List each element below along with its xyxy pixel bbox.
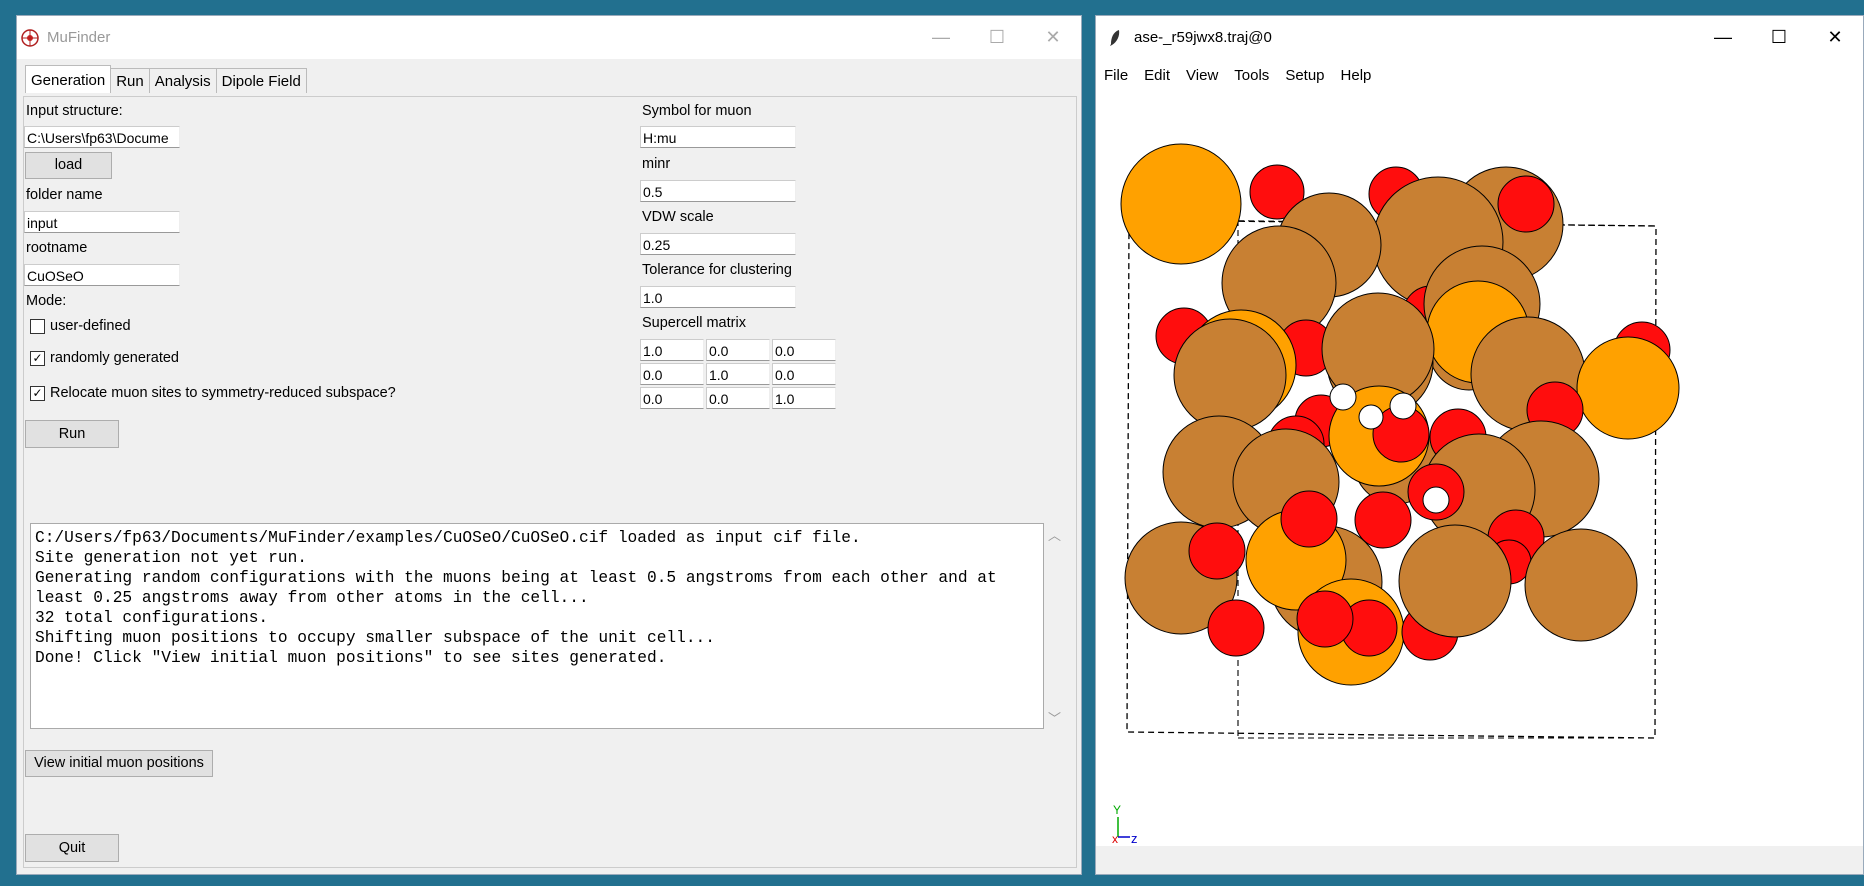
rootname-label: rootname xyxy=(26,240,88,256)
tolerance-field[interactable]: 1.0 xyxy=(640,286,796,308)
oxygen-atom[interactable] xyxy=(1497,175,1555,233)
muon-site[interactable] xyxy=(1358,404,1384,430)
muon-site[interactable] xyxy=(1389,392,1417,420)
oxygen-atom[interactable] xyxy=(1188,522,1246,580)
minr-label: minr xyxy=(642,156,671,172)
close-button[interactable]: ✕ xyxy=(1025,16,1081,59)
console-line: Shifting muon positions to occupy smalle… xyxy=(35,629,715,647)
output-console[interactable]: C:/Users/fp63/Documents/MuFinder/example… xyxy=(30,523,1044,729)
atom-structure-view[interactable]: Y x z xyxy=(1096,92,1863,852)
window-title: MuFinder xyxy=(47,29,111,46)
muon-site[interactable] xyxy=(1329,383,1357,411)
menu-file[interactable]: File xyxy=(1104,67,1128,84)
axis-z-label: z xyxy=(1131,831,1138,846)
generation-panel: Input structure: C:\Users\fp63\Docume lo… xyxy=(23,96,1077,868)
minimize-button[interactable]: — xyxy=(1695,16,1751,59)
supercell-cell[interactable]: 0.0 xyxy=(706,339,770,361)
view-initial-muon-positions-button[interactable]: View initial muon positions xyxy=(25,750,213,777)
symbol-for-muon-label: Symbol for muon xyxy=(642,103,752,119)
user-defined-checkbox[interactable] xyxy=(30,319,45,334)
maximize-button[interactable]: ☐ xyxy=(969,16,1025,59)
input-structure-field[interactable]: C:\Users\fp63\Docume xyxy=(24,126,180,148)
input-structure-label: Input structure: xyxy=(26,103,123,119)
menu-setup[interactable]: Setup xyxy=(1285,67,1324,84)
scroll-up-icon[interactable]: ︿ xyxy=(1048,525,1061,544)
menu-help[interactable]: Help xyxy=(1341,67,1372,84)
tab-run[interactable]: Run xyxy=(110,68,150,93)
console-scrollbar[interactable]: ︿ ﹀ xyxy=(1044,523,1066,729)
axis-indicator: Y x z xyxy=(1112,803,1138,846)
window-title: ase-_r59jwx8.traj@0 xyxy=(1134,29,1272,46)
close-button[interactable]: ✕ xyxy=(1807,16,1863,59)
tab-analysis[interactable]: Analysis xyxy=(148,68,217,93)
supercell-cell[interactable]: 0.0 xyxy=(640,363,704,385)
vdw-scale-label: VDW scale xyxy=(642,209,714,225)
copper-atom[interactable] xyxy=(1524,528,1638,642)
symbol-for-muon-field[interactable]: H:mu xyxy=(640,126,796,148)
console-line: C:/Users/fp63/Documents/MuFinder/example… xyxy=(35,529,861,547)
scroll-down-icon[interactable]: ﹀ xyxy=(1048,708,1061,727)
relocate-checkbox[interactable]: ✓ xyxy=(30,386,45,401)
tab-generation[interactable]: Generation xyxy=(25,65,112,93)
mufinder-window: MuFinder — ☐ ✕ Generation Run Analysis D… xyxy=(16,15,1082,875)
run-button[interactable]: Run xyxy=(25,420,119,448)
axis-x-label: x xyxy=(1112,832,1118,846)
console-line: Generating random configurations with th… xyxy=(35,569,997,587)
supercell-cell[interactable]: 1.0 xyxy=(640,339,704,361)
load-button[interactable]: load xyxy=(25,152,112,179)
supercell-cell[interactable]: 1.0 xyxy=(772,387,836,409)
menu-bar: File Edit View Tools Setup Help xyxy=(1096,59,1863,91)
axis-y-label: Y xyxy=(1113,803,1121,817)
supercell-cell[interactable]: 0.0 xyxy=(706,387,770,409)
feather-icon xyxy=(1108,29,1122,47)
muon-site[interactable] xyxy=(1422,486,1450,514)
menu-view[interactable]: View xyxy=(1186,67,1218,84)
app-logo-icon xyxy=(21,28,39,47)
user-defined-label: user-defined xyxy=(50,318,131,334)
vdw-scale-field[interactable]: 0.25 xyxy=(640,233,796,255)
selenium-atom[interactable] xyxy=(1120,143,1242,265)
relocate-label: Relocate muon sites to symmetry-reduced … xyxy=(50,385,396,401)
supercell-cell[interactable]: 0.0 xyxy=(772,339,836,361)
oxygen-atom[interactable] xyxy=(1280,490,1338,548)
structure-viewer-canvas[interactable]: Y x z xyxy=(1096,92,1863,869)
folder-name-field[interactable]: input xyxy=(24,211,180,233)
supercell-cell[interactable]: 0.0 xyxy=(772,363,836,385)
console-line: 32 total configurations. xyxy=(35,609,269,627)
copper-atom[interactable] xyxy=(1173,318,1287,432)
oxygen-atom[interactable] xyxy=(1296,590,1354,648)
oxygen-atom[interactable] xyxy=(1207,599,1265,657)
minimize-button[interactable]: — xyxy=(913,16,969,59)
rootname-field[interactable]: CuOSeO xyxy=(24,264,180,286)
ase-gui-window: ase-_r59jwx8.traj@0 — ☐ ✕ File Edit View… xyxy=(1095,15,1864,875)
mufinder-titlebar[interactable]: MuFinder — ☐ ✕ xyxy=(17,16,1081,59)
oxygen-atom[interactable] xyxy=(1354,491,1412,549)
menu-edit[interactable]: Edit xyxy=(1144,67,1170,84)
randomly-generated-checkbox[interactable]: ✓ xyxy=(30,351,45,366)
console-line: least 0.25 angstroms away from other ato… xyxy=(35,589,589,607)
supercell-cell[interactable]: 1.0 xyxy=(706,363,770,385)
maximize-button[interactable]: ☐ xyxy=(1751,16,1807,59)
quit-button[interactable]: Quit xyxy=(25,834,119,862)
tab-dipole-field[interactable]: Dipole Field xyxy=(215,68,307,93)
status-bar xyxy=(1096,846,1863,874)
minr-field[interactable]: 0.5 xyxy=(640,180,796,202)
console-line: Done! Click "View initial muon positions… xyxy=(35,649,667,667)
supercell-matrix-label: Supercell matrix xyxy=(642,315,746,331)
selenium-atom[interactable] xyxy=(1576,336,1680,440)
menu-tools[interactable]: Tools xyxy=(1234,67,1269,84)
folder-name-label: folder name xyxy=(26,187,103,203)
ase-titlebar[interactable]: ase-_r59jwx8.traj@0 — ☐ ✕ xyxy=(1096,16,1863,59)
tab-bar: Generation Run Analysis Dipole Field xyxy=(25,65,307,93)
mode-label: Mode: xyxy=(26,293,67,309)
copper-atom[interactable] xyxy=(1398,524,1512,638)
supercell-cell[interactable]: 0.0 xyxy=(640,387,704,409)
tolerance-label: Tolerance for clustering xyxy=(642,262,792,278)
randomly-generated-label: randomly generated xyxy=(50,350,179,366)
console-line: Site generation not yet run. xyxy=(35,549,307,567)
